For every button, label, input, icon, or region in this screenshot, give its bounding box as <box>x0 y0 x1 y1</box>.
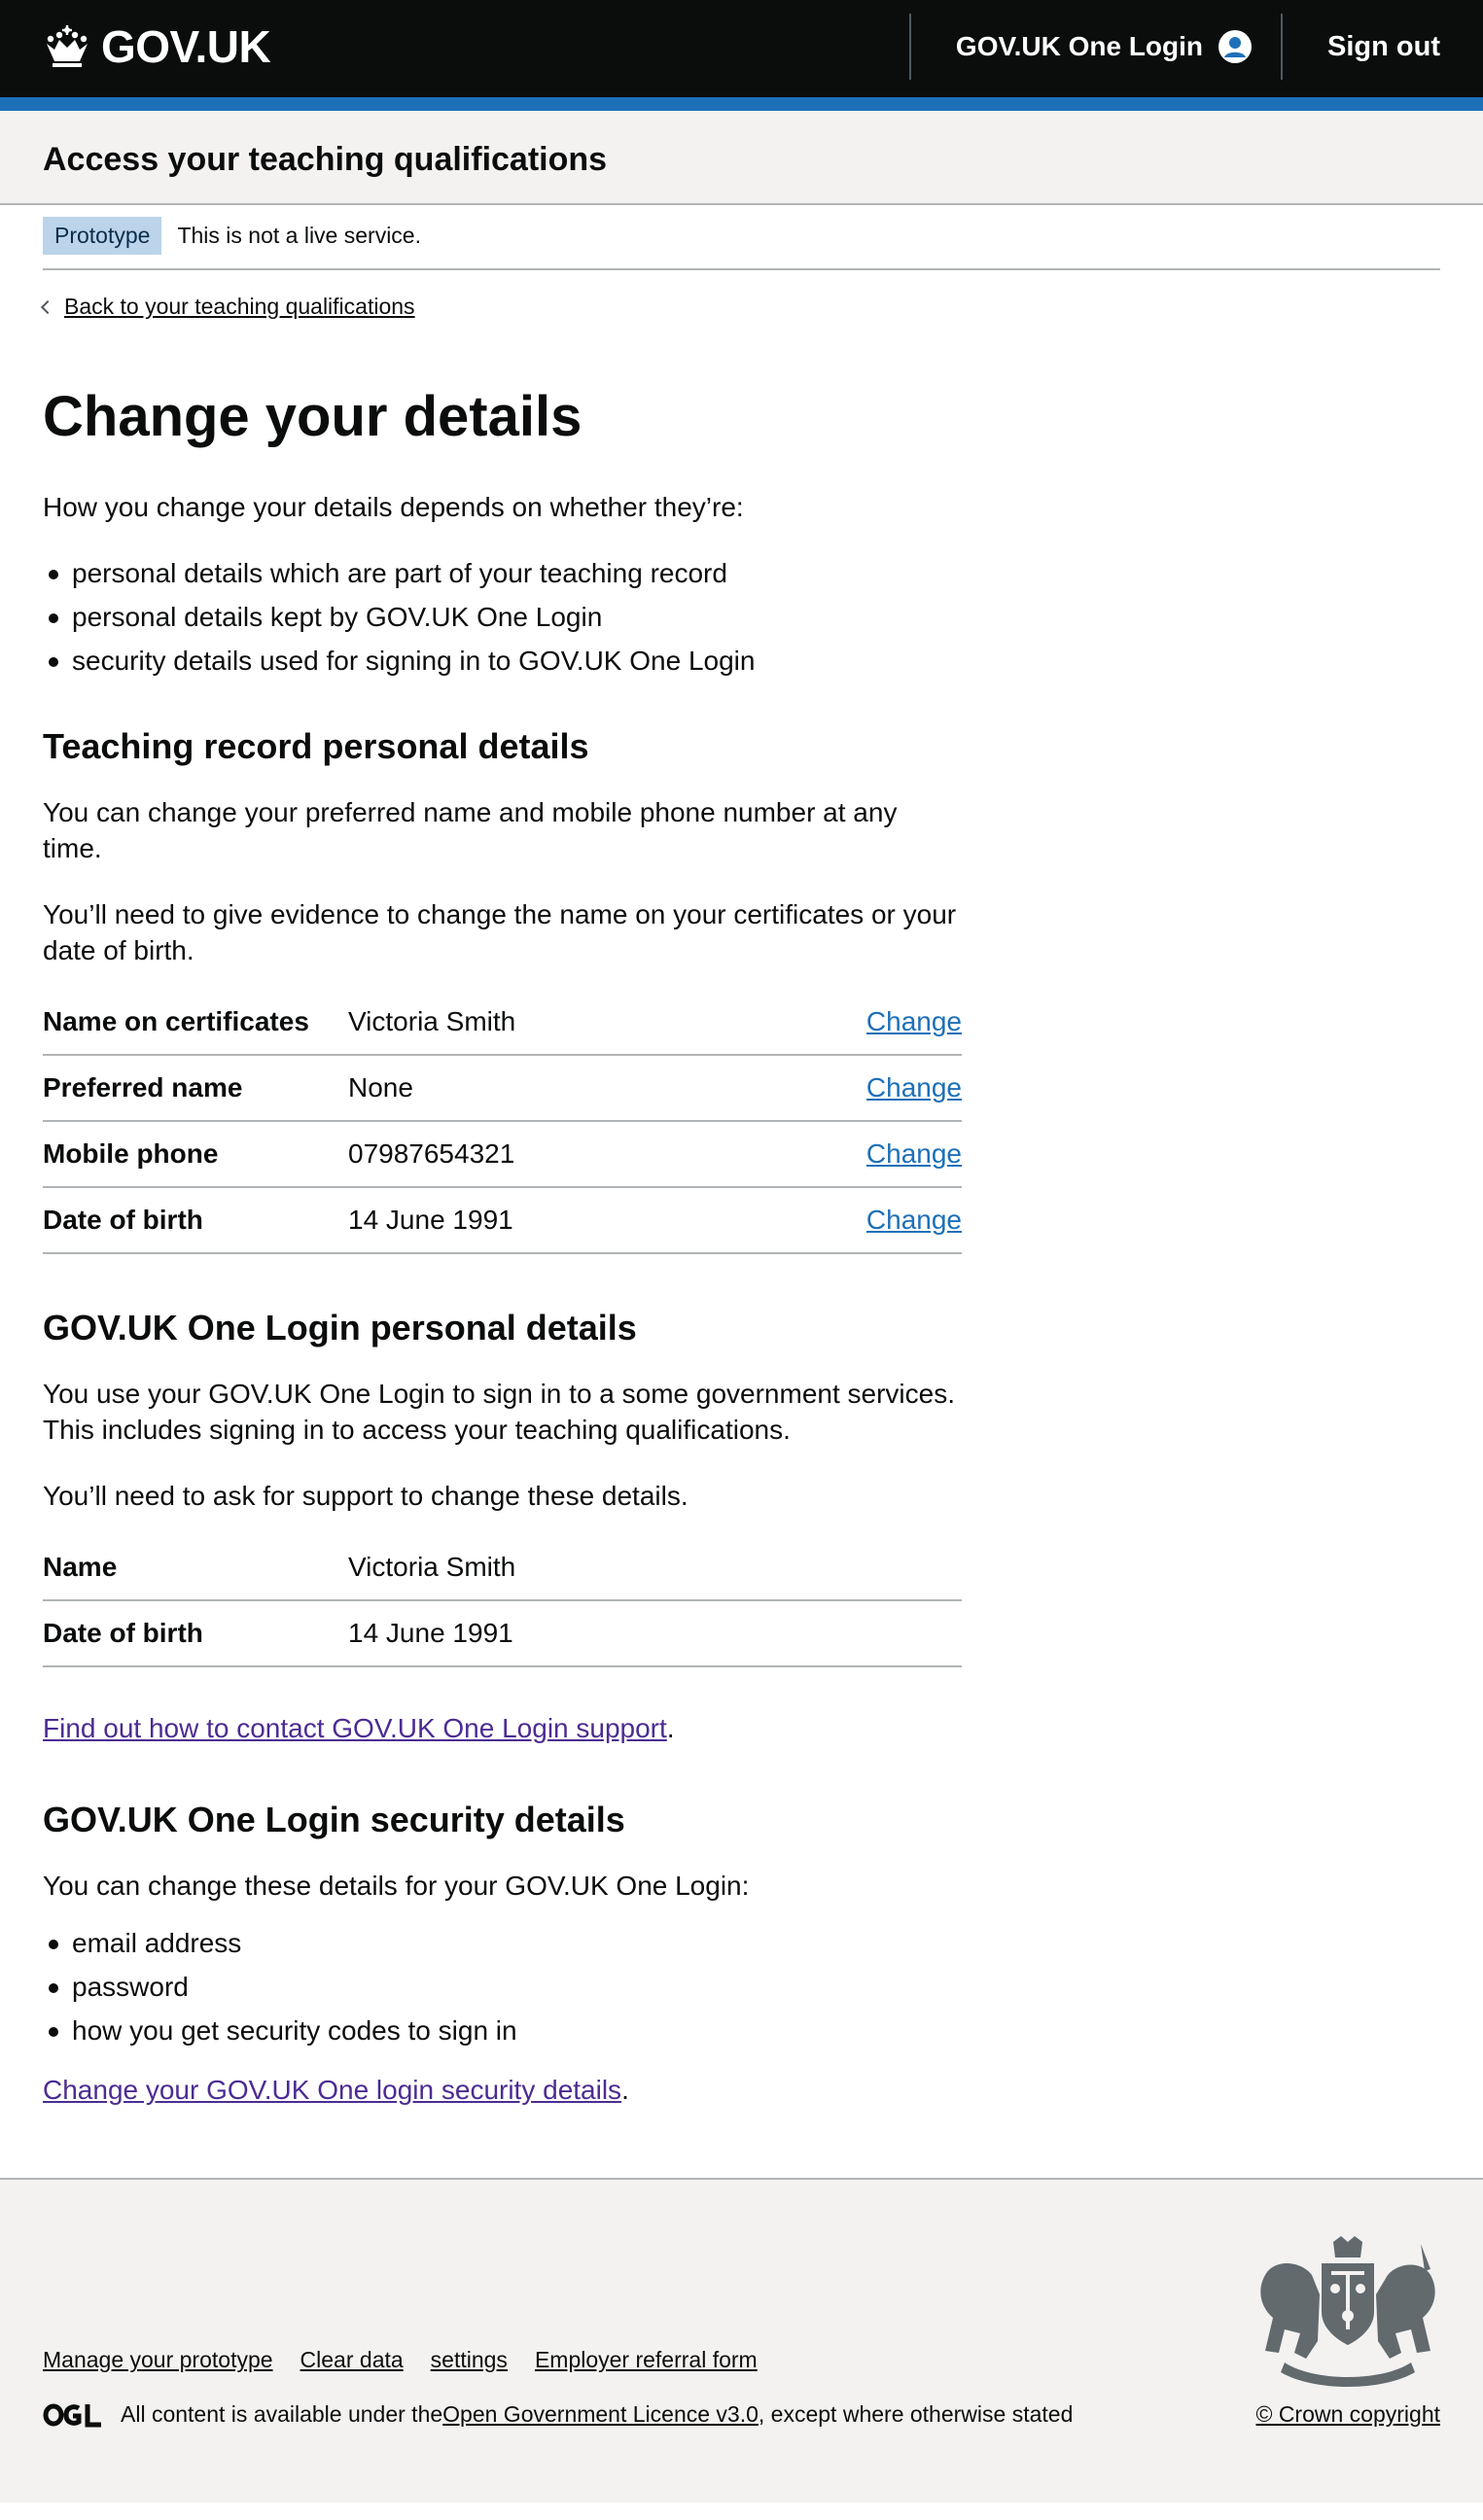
summary-row-date-of-birth: Date of birth 14 June 1991 <box>43 1601 962 1668</box>
phase-banner-text: This is not a live service. <box>177 223 421 248</box>
teaching-record-para-2: You’ll need to give evidence to change t… <box>43 898 957 965</box>
change-mobile-phone-link[interactable]: Change <box>866 1138 962 1169</box>
crown-copyright-link[interactable]: © Crown copyright <box>1255 2401 1440 2428</box>
intro-text: How you change your details depends on w… <box>43 491 744 522</box>
ogl-logo-icon <box>43 2403 101 2428</box>
logo-text: GOV.UK <box>101 21 271 72</box>
one-login-security-heading: GOV.UK One Login security details <box>43 1800 625 1840</box>
crown-icon <box>47 25 88 67</box>
service-name-link[interactable]: Access your teaching qualifications <box>43 135 607 179</box>
summary-value: Victoria Smith <box>348 1005 516 1036</box>
summary-row-name-on-certificates: Name on certificates Victoria Smith Chan… <box>43 990 962 1056</box>
security-details-list: email address password how you get secur… <box>43 1925 962 2048</box>
teaching-record-summary-list: Name on certificates Victoria Smith Chan… <box>43 990 962 1254</box>
licence-prefix: All content is available under the <box>121 2401 443 2428</box>
footer-link-settings[interactable]: settings <box>431 2347 508 2373</box>
punctuation: . <box>666 1713 675 1744</box>
back-link[interactable]: Back to your teaching qualifications <box>40 294 415 320</box>
one-login-summary-list: Name Victoria Smith Date of birth 14 Jun… <box>43 1535 962 1668</box>
chevron-left-icon <box>40 299 55 314</box>
support-paragraph: Find out how to contact GOV.UK One Login… <box>43 1710 962 1746</box>
one-login-security-para: You can change these details for your GO… <box>43 1871 750 1902</box>
summary-key: Name on certificates <box>43 1005 309 1036</box>
teaching-record-para-1: You can change your preferred name and m… <box>43 796 898 863</box>
sign-out-link[interactable]: Sign out <box>1283 14 1440 80</box>
one-login-personal-para-1: You use your GOV.UK One Login to sign in… <box>43 1379 955 1446</box>
summary-row-date-of-birth: Date of birth 14 June 1991 Change <box>43 1188 962 1254</box>
footer-link-clear-data[interactable]: Clear data <box>300 2347 404 2373</box>
phase-tag: Prototype <box>43 217 162 255</box>
one-login-link[interactable]: GOV.UK One Login <box>908 14 1284 80</box>
list-item: personal details kept by GOV.UK One Logi… <box>43 599 962 635</box>
summary-value: None <box>348 1071 413 1102</box>
change-security-details-link[interactable]: Change your GOV.UK One login security de… <box>43 2075 621 2105</box>
list-item: email address <box>43 1925 962 1961</box>
summary-key: Date of birth <box>43 1204 203 1235</box>
change-name-on-certificates-link[interactable]: Change <box>866 1006 962 1036</box>
contact-one-login-support-link[interactable]: Find out how to contact GOV.UK One Login… <box>43 1713 667 1743</box>
phase-banner: Prototype This is not a live service. <box>43 205 1440 270</box>
royal-coat-of-arms-icon <box>1260 2236 1435 2388</box>
header-blue-stripe <box>0 97 1483 111</box>
page-title: Change your details <box>43 385 583 448</box>
change-date-of-birth-link[interactable]: Change <box>866 1205 962 1235</box>
change-preferred-name-link[interactable]: Change <box>866 1072 962 1102</box>
summary-key: Date of birth <box>43 1618 203 1649</box>
teaching-record-heading: Teaching record personal details <box>43 725 589 766</box>
summary-row-preferred-name: Preferred name None Change <box>43 1056 962 1122</box>
summary-value: 07987654321 <box>348 1138 515 1169</box>
footer-links: Manage your prototype Clear data setting… <box>43 2347 758 2373</box>
list-item: password <box>43 1969 962 2005</box>
summary-key: Preferred name <box>43 1071 243 1102</box>
open-government-licence-link[interactable]: Open Government Licence v3.0 <box>442 2401 759 2428</box>
summary-key: Mobile phone <box>43 1138 219 1169</box>
one-login-label: GOV.UK One Login <box>955 31 1204 61</box>
punctuation: . <box>621 2075 629 2106</box>
summary-value: 14 June 1991 <box>348 1204 513 1235</box>
footer-link-manage-prototype[interactable]: Manage your prototype <box>43 2347 273 2373</box>
user-account-icon <box>1218 30 1253 63</box>
summary-value: 14 June 1991 <box>348 1618 513 1649</box>
govuk-footer: Manage your prototype Clear data setting… <box>0 2178 1483 2503</box>
footer-licence: All content is available under the Open … <box>43 2401 1073 2428</box>
security-change-paragraph: Change your GOV.UK One login security de… <box>43 2072 962 2108</box>
one-login-personal-para-2: You’ll need to ask for support to change… <box>43 1481 689 1512</box>
list-item: personal details which are part of your … <box>43 555 962 591</box>
list-item: how you get security codes to sign in <box>43 2012 962 2048</box>
intro-list: personal details which are part of your … <box>43 555 962 679</box>
service-header: Access your teaching qualifications <box>0 111 1483 205</box>
licence-suffix: , except where otherwise stated <box>758 2401 1074 2428</box>
back-link-label: Back to your teaching qualifications <box>64 294 415 319</box>
main-content: Change your details How you change your … <box>0 386 1005 2108</box>
footer-link-employer-referral-form[interactable]: Employer referral form <box>535 2347 758 2373</box>
govuk-logo-link[interactable]: GOV.UK <box>43 20 271 73</box>
summary-key: Name <box>43 1552 118 1583</box>
summary-row-name: Name Victoria Smith <box>43 1535 962 1602</box>
one-login-personal-heading: GOV.UK One Login personal details <box>43 1307 637 1348</box>
summary-value: Victoria Smith <box>348 1552 516 1583</box>
list-item: security details used for signing in to … <box>43 643 962 679</box>
govuk-header: GOV.UK GOV.UK One Login Sign out <box>0 0 1483 111</box>
summary-row-mobile-phone: Mobile phone 07987654321 Change <box>43 1122 962 1188</box>
